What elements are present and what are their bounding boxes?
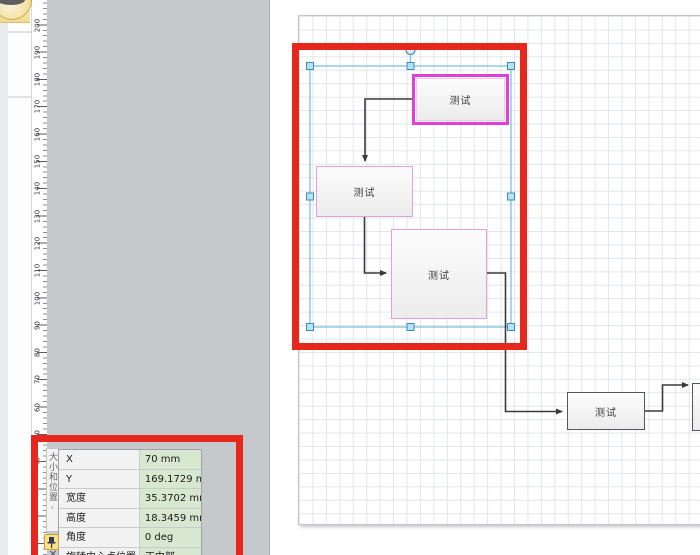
ruler-number: 160 bbox=[33, 127, 42, 141]
flowchart-shape-5[interactable] bbox=[692, 383, 700, 431]
window-edge-strip bbox=[0, 0, 8, 555]
ruler-number: 120 bbox=[33, 236, 42, 251]
ruler-number: 90 bbox=[33, 320, 42, 330]
ruler-number: 110 bbox=[33, 264, 42, 278]
ruler-number: 100 bbox=[33, 291, 42, 305]
ruler-number: 150 bbox=[33, 154, 42, 169]
flowchart-shape-4[interactable]: 测试 bbox=[567, 392, 645, 430]
ruler-number: 190 bbox=[33, 45, 42, 59]
ruler-number: 200 bbox=[33, 18, 42, 32]
ruler-number: 170 bbox=[33, 100, 42, 114]
ruler-number: 60 bbox=[33, 402, 42, 412]
panel-divider bbox=[8, 96, 31, 98]
visio-drawing-window: 200 190 180 170 160 150 140 130 120 110 100 90 80 70 6… bbox=[0, 0, 700, 555]
ruler-number: 70 bbox=[33, 375, 42, 385]
ruler-number: 140 bbox=[33, 182, 42, 196]
ruler-number: 180 bbox=[33, 72, 42, 87]
collapsed-shapes-panel bbox=[8, 0, 31, 555]
annotation-rectangle-size-position bbox=[31, 435, 243, 555]
annotation-rectangle-shapes bbox=[292, 43, 527, 350]
panel-divider bbox=[8, 31, 31, 33]
ruler-number: 80 bbox=[33, 348, 42, 358]
ruler-number: 130 bbox=[33, 209, 42, 223]
shape-label: 测试 bbox=[595, 407, 617, 419]
